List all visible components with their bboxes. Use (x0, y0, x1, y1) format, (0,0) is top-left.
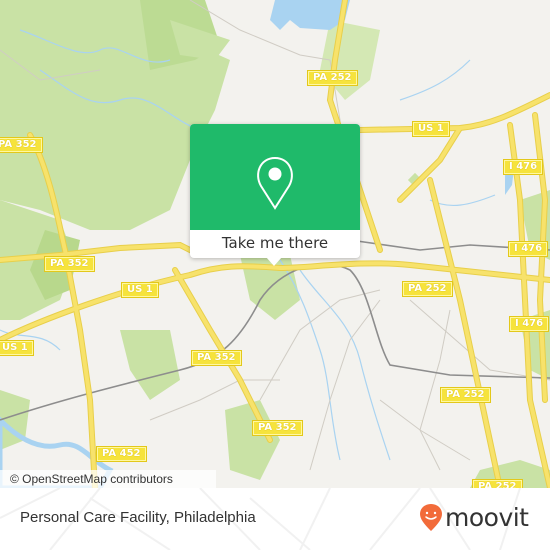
road-shield: PA 352 (44, 256, 95, 272)
road-shield: I 476 (509, 316, 550, 332)
road-shield: US 1 (412, 121, 450, 137)
road-shield: US 1 (0, 340, 34, 356)
road-shield: PA 252 (472, 479, 523, 488)
moovit-logo[interactable]: moovit (420, 498, 529, 538)
road-shield: I 476 (503, 159, 544, 175)
place-name: Personal Care Facility, Philadelphia (20, 509, 256, 526)
popup-header[interactable] (190, 124, 360, 230)
map-view[interactable]: PA 252 PA 352 US 1 I 476 PA 352 I 476 US… (0, 0, 550, 488)
road-shield: PA 452 (96, 446, 147, 462)
road-shield: PA 252 (307, 70, 358, 86)
stream (429, 194, 496, 206)
road-shield: PA 352 (252, 420, 303, 436)
take-me-there-button[interactable]: Take me there (190, 230, 360, 258)
road-shield: PA 252 (402, 281, 453, 297)
footer: Personal Care Facility, Philadelphia moo… (0, 488, 550, 550)
location-pin-icon (257, 156, 293, 210)
road-shield: US 1 (121, 282, 159, 298)
take-me-there-popup[interactable]: Take me there (190, 124, 360, 266)
moovit-face-icon (420, 504, 442, 531)
brand-name: moovit (445, 503, 529, 532)
popup-pointer (266, 257, 282, 266)
stream (399, 59, 471, 101)
road-shield: PA 252 (440, 387, 491, 403)
road-shield: I 476 (508, 241, 549, 257)
minor-road (379, 399, 471, 461)
road-shield: PA 352 (0, 137, 43, 153)
road-shield: PA 352 (191, 350, 242, 366)
road-us1-east (357, 92, 550, 133)
forest-area (120, 330, 180, 400)
map-attribution[interactable]: © OpenStreetMap contributors (0, 470, 216, 488)
